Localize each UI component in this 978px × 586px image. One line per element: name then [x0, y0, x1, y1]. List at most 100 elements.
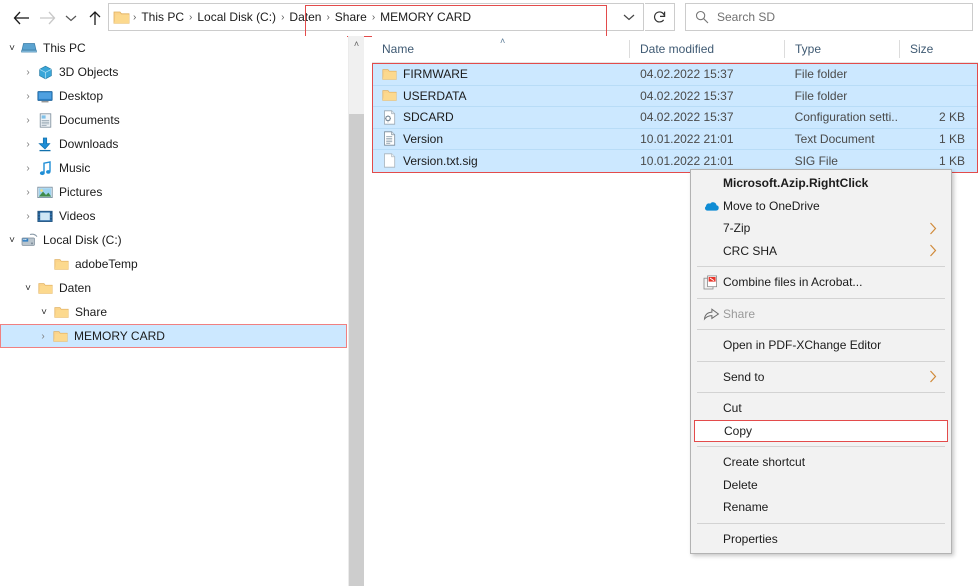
chevron-right-icon[interactable]: › — [20, 67, 36, 78]
back-button[interactable] — [8, 1, 34, 35]
table-row[interactable]: USERDATA 04.02.2022 15:37 File folder — [373, 86, 977, 108]
menu-item-properties[interactable]: Properties — [691, 528, 951, 551]
column-header-type[interactable]: Type — [785, 36, 900, 62]
menu-item-label: Open in PDF-XChange Editor — [723, 338, 951, 352]
chevron-right-icon[interactable]: › — [20, 139, 36, 150]
menu-item-label: Properties — [723, 532, 951, 546]
forward-button[interactable] — [34, 1, 60, 35]
table-row[interactable]: FIRMWARE 04.02.2022 15:37 File folder — [373, 64, 977, 86]
chevron-right-icon[interactable]: › — [20, 115, 36, 126]
table-row[interactable]: SDCARD 04.02.2022 15:37 Configuration se… — [373, 107, 977, 129]
file-name-cell[interactable]: Version.txt.sig — [373, 153, 630, 168]
folder-icon — [379, 89, 399, 102]
chevron-down-icon[interactable]: ˅ — [36, 307, 52, 318]
breadcrumb-daten[interactable]: Daten — [285, 10, 325, 24]
chevron-right-icon[interactable]: › — [20, 211, 36, 222]
submenu-arrow-icon — [929, 244, 951, 257]
menu-item-label: CRC SHA — [723, 244, 929, 258]
sidebar-item-downloads[interactable]: › Downloads — [0, 132, 347, 156]
sidebar-item-videos[interactable]: › Videos — [0, 204, 347, 228]
menu-separator — [697, 329, 945, 330]
column-header-date-modified[interactable]: Date modified — [630, 36, 785, 62]
table-row[interactable]: Version 10.01.2022 21:01 Text Document 1… — [373, 129, 977, 151]
recent-locations-button[interactable] — [60, 1, 82, 35]
sidebar-item-adobetemp[interactable]: adobeTemp — [0, 252, 347, 276]
menu-item-crc-sha[interactable]: CRC SHA — [691, 240, 951, 263]
sort-ascending-icon: ˄ — [500, 36, 505, 46]
file-name-cell[interactable]: USERDATA — [373, 89, 630, 103]
menu-item-microsoft-azip-rightclick[interactable]: Microsoft.Azip.RightClick — [691, 172, 951, 195]
sidebar-item-music[interactable]: › Music — [0, 156, 347, 180]
generic-file-icon — [379, 153, 399, 168]
up-button[interactable] — [82, 1, 108, 35]
menu-separator — [697, 361, 945, 362]
folder-icon — [52, 306, 70, 319]
text-file-icon — [379, 131, 399, 146]
menu-item-label: Combine files in Acrobat... — [723, 275, 951, 289]
scroll-up-arrow-icon[interactable]: ˄ — [349, 36, 364, 52]
file-name-cell[interactable]: Version — [373, 131, 630, 146]
column-header-label: Size — [910, 42, 933, 56]
menu-item-open-in-pdf-xchange-editor[interactable]: Open in PDF-XChange Editor — [691, 334, 951, 357]
menu-item-send-to[interactable]: Send to — [691, 366, 951, 389]
sidebar-item-3d-objects[interactable]: › 3D Objects — [0, 60, 347, 84]
menu-item-label: Copy — [724, 424, 947, 438]
file-name-label: Version — [403, 132, 443, 146]
menu-item-rename[interactable]: Rename — [691, 496, 951, 519]
menu-item-7-zip[interactable]: 7-Zip — [691, 217, 951, 240]
3d-objects-icon — [36, 65, 54, 80]
column-header-name[interactable]: Name ˄ — [372, 36, 630, 62]
breadcrumb-local-disk[interactable]: Local Disk (C:) — [193, 10, 280, 24]
size-cell: 1 KB — [899, 132, 977, 146]
sidebar-scrollbar[interactable]: ˄ — [348, 36, 364, 586]
arrow-up-icon — [88, 10, 102, 26]
sidebar-item-pictures[interactable]: › Pictures — [0, 180, 347, 204]
menu-item-share[interactable]: Share — [691, 303, 951, 326]
search-input-placeholder[interactable]: Search SD — [717, 10, 775, 24]
chevron-right-icon[interactable]: › — [20, 187, 36, 198]
menu-item-cut[interactable]: Cut — [691, 397, 951, 420]
menu-item-create-shortcut[interactable]: Create shortcut — [691, 451, 951, 474]
file-name-cell[interactable]: FIRMWARE — [373, 67, 630, 81]
submenu-arrow-icon — [929, 222, 951, 235]
scrollbar-thumb[interactable] — [349, 114, 364, 586]
chevron-down-icon[interactable]: ˅ — [4, 235, 20, 246]
date-modified-cell: 10.01.2022 21:01 — [630, 132, 784, 146]
sidebar-item-desktop[interactable]: › Desktop — [0, 84, 347, 108]
menu-item-combine-files-in-acrobat[interactable]: Combine files in Acrobat... — [691, 271, 951, 294]
arrow-left-icon — [13, 11, 30, 25]
sidebar-item-local-disk[interactable]: ˅ Local Disk (C:) — [0, 228, 347, 252]
type-cell: File folder — [785, 89, 900, 103]
menu-item-copy[interactable]: Copy — [694, 420, 948, 443]
address-history-dropdown[interactable] — [616, 4, 642, 30]
menu-item-move-to-onedrive[interactable]: Move to OneDrive — [691, 195, 951, 218]
search-box[interactable]: Search SD — [685, 3, 973, 31]
chevron-right-icon[interactable]: › — [20, 91, 36, 102]
sidebar-item-this-pc[interactable]: ˅ This PC — [0, 36, 347, 60]
address-bar[interactable]: › This PC › Local Disk (C:) › Daten › Sh… — [108, 3, 644, 31]
breadcrumb-share[interactable]: Share — [331, 10, 371, 24]
refresh-button[interactable] — [645, 3, 675, 31]
date-modified-cell: 04.02.2022 15:37 — [630, 67, 784, 81]
breadcrumb-this-pc[interactable]: This PC — [137, 10, 188, 24]
folder-icon — [36, 282, 54, 295]
file-name-label: USERDATA — [403, 89, 467, 103]
sidebar-item-label: Documents — [59, 113, 126, 127]
column-header-size[interactable]: Size — [900, 36, 978, 62]
sidebar-item-label: MEMORY CARD — [74, 329, 171, 343]
sidebar-item-share[interactable]: ˅ Share — [0, 300, 347, 324]
sidebar-item-documents[interactable]: › Documents — [0, 108, 347, 132]
chevron-right-icon[interactable]: › — [35, 331, 51, 342]
file-name-cell[interactable]: SDCARD — [373, 110, 630, 125]
chevron-right-icon[interactable]: › — [20, 163, 36, 174]
menu-item-label: Share — [723, 307, 951, 321]
menu-separator — [697, 298, 945, 299]
size-cell: 2 KB — [899, 110, 977, 124]
chevron-down-icon[interactable]: ˅ — [20, 283, 36, 294]
sidebar-item-daten[interactable]: ˅ Daten — [0, 276, 347, 300]
sidebar-item-memory-card[interactable]: › MEMORY CARD — [0, 324, 347, 348]
menu-item-delete[interactable]: Delete — [691, 474, 951, 497]
breadcrumb-memory-card[interactable]: MEMORY CARD — [376, 10, 475, 24]
column-header-label: Name — [382, 42, 414, 56]
chevron-down-icon[interactable]: ˅ — [4, 43, 20, 54]
